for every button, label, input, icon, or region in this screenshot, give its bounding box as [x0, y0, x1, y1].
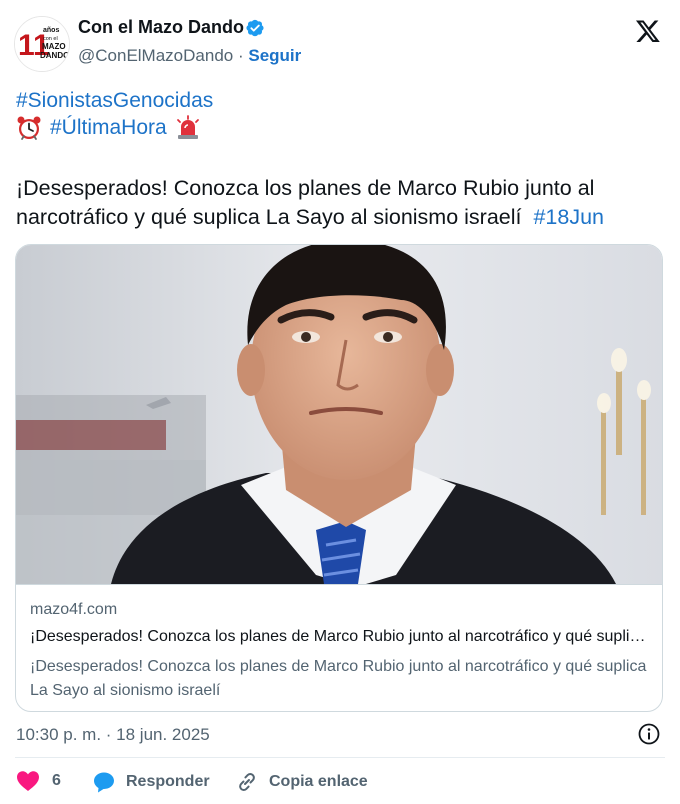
siren-icon	[176, 115, 199, 139]
follow-button[interactable]: Seguir	[248, 46, 301, 65]
hashtag-ultima-hora[interactable]: #ÚltimaHora	[50, 116, 167, 140]
tweet-body: ¡Desesperados! Conozca los planes de Mar…	[16, 176, 595, 229]
link-description: ¡Desesperados! Conozca los planes de Mar…	[30, 658, 647, 699]
copy-link-button[interactable]: Copia enlace	[235, 770, 368, 794]
info-icon[interactable]	[637, 722, 661, 746]
heart-icon	[17, 771, 39, 791]
avatar[interactable]: 11 años con el MAZO DANDO	[14, 16, 70, 72]
handle-separator: ·	[237, 46, 244, 65]
tweet-timestamp[interactable]: 10:30 p. m. · 18 jun. 2025	[16, 725, 210, 745]
link-domain: mazo4f.com	[30, 601, 118, 618]
link-icon	[239, 773, 255, 791]
like-count: 6	[52, 772, 61, 789]
author-handle-row: @ConElMazoDando · Seguir	[78, 46, 301, 66]
avatar-years: años	[43, 27, 59, 34]
copy-link-label: Copia enlace	[269, 773, 368, 790]
link-preview-card[interactable]: mazo4f.com ¡Desesperados! Conozca los pl…	[15, 244, 663, 712]
avatar-logo: 11 años con el MAZO DANDO	[15, 17, 69, 71]
link-preview-meta: mazo4f.com ¡Desesperados! Conozca los pl…	[16, 584, 662, 711]
tweet-text: ¡Desesperados! Conozca los planes de Mar…	[16, 174, 666, 232]
portrait-photo	[16, 245, 662, 584]
hashtag-line-2: #ÚltimaHora	[16, 115, 201, 141]
like-button[interactable]: 6	[16, 770, 61, 792]
hashtag-sionistas[interactable]: #SionistasGenocidas	[16, 89, 213, 113]
link-title: ¡Desesperados! Conozca los planes de Mar…	[30, 628, 652, 645]
avatar-mazo: MAZO	[42, 42, 66, 51]
hashtag-18jun[interactable]: #18Jun	[533, 205, 604, 229]
link-preview-image[interactable]	[16, 245, 662, 584]
avatar-dando: DANDO	[40, 51, 69, 60]
author-handle[interactable]: @ConElMazoDando	[78, 46, 233, 65]
reply-button[interactable]: Responder	[92, 770, 210, 794]
alarm-clock-icon	[17, 116, 41, 140]
tweet-embed: 11 años con el MAZO DANDO Con el Mazo Da…	[0, 0, 680, 804]
reply-bubble-icon	[94, 772, 114, 793]
divider	[15, 757, 665, 758]
verified-badge-icon	[246, 19, 264, 37]
author-display-name[interactable]: Con el Mazo Dando	[78, 17, 244, 38]
reply-label: Responder	[126, 773, 210, 790]
x-logo-icon[interactable]	[634, 18, 662, 44]
